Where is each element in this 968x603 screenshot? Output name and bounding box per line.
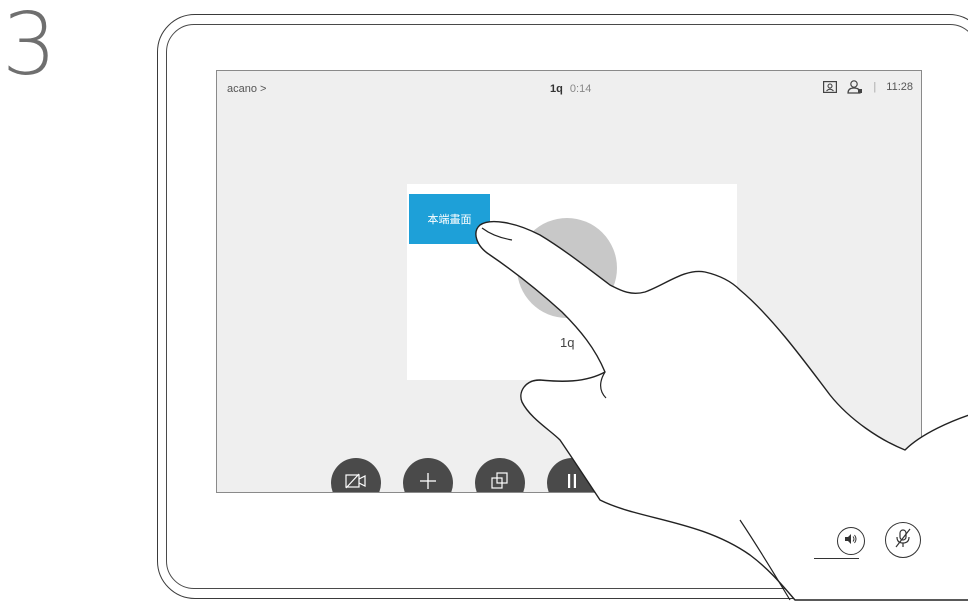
call-timer: 0:14: [569, 83, 592, 95]
participant-tile: 本端畫面 1q: [407, 184, 737, 380]
layout-button[interactable]: [475, 458, 525, 493]
camera-off-icon: [345, 473, 367, 493]
self-view-button[interactable]: 本端畫面: [409, 194, 490, 244]
camera-off-button[interactable]: [331, 458, 381, 493]
breadcrumb[interactable]: acano >: [227, 83, 266, 95]
top-bar: acano > 1q 0:14 | 11:28: [217, 71, 921, 105]
call-screen: acano > 1q 0:14 | 11:28 本端畫面 1q: [216, 70, 922, 493]
volume-button[interactable]: [837, 527, 865, 555]
add-participant-button[interactable]: [403, 458, 453, 493]
hold-button[interactable]: [547, 458, 597, 493]
pause-icon: [566, 473, 578, 493]
participants-icon[interactable]: [847, 80, 863, 94]
layout-icon: [491, 471, 509, 493]
clock: 11:28: [886, 81, 913, 93]
avatar: [517, 218, 617, 318]
volume-slider-track[interactable]: [814, 558, 859, 559]
volume-icon: [844, 532, 858, 550]
mic-mute-button[interactable]: [885, 522, 921, 558]
call-name: 1q: [550, 83, 563, 95]
mic-mute-icon: [894, 528, 912, 553]
presentation-icon[interactable]: [823, 81, 838, 93]
plus-icon: [419, 472, 437, 493]
call-title: 1q 0:14: [550, 83, 591, 95]
participant-name: 1q: [560, 335, 575, 350]
status-area: | 11:28: [823, 80, 913, 94]
step-number: 3: [2, 0, 57, 95]
status-separator: |: [873, 81, 877, 93]
